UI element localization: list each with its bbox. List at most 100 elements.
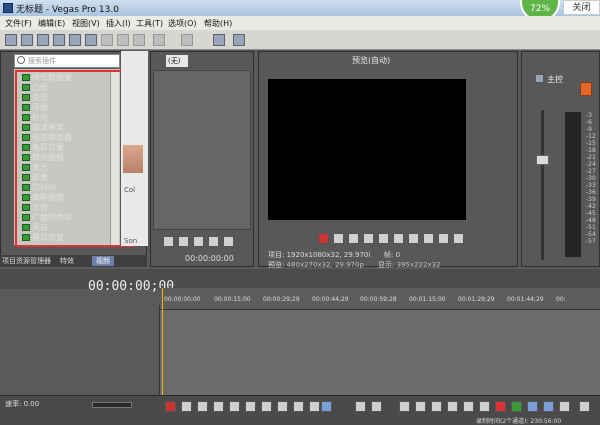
go-to-end-icon[interactable] xyxy=(277,401,288,412)
properties-icon[interactable] xyxy=(85,34,97,46)
brush-icon[interactable] xyxy=(213,34,225,46)
ruler-label: 00:01:15;00 xyxy=(409,296,446,303)
master-bus-title: 主控 xyxy=(547,75,563,84)
record-icon[interactable] xyxy=(165,401,176,412)
record-icon[interactable] xyxy=(318,233,329,244)
play-icon[interactable] xyxy=(197,401,208,412)
next-frame-icon[interactable] xyxy=(423,233,434,244)
plugin-search-input[interactable]: 搜索插件 xyxy=(14,54,120,68)
ruler-label: 00:00:29;29 xyxy=(263,296,300,303)
ruler-label: 00:00:00;00 xyxy=(164,296,201,303)
loop-icon[interactable] xyxy=(163,236,174,247)
track-area[interactable] xyxy=(160,310,600,395)
video-preview-screen xyxy=(268,79,466,220)
auto-crossfade-icon[interactable] xyxy=(543,401,554,412)
ruler-label: 00: xyxy=(556,296,566,303)
menu-insert[interactable]: 插入(I) xyxy=(106,18,131,29)
envelope-tool-icon[interactable] xyxy=(355,401,366,412)
menu-bar: 文件(F) 编辑(E) 视图(V) 插入(I) 工具(T) 选项(O) 帮助(H… xyxy=(0,16,600,30)
meter-tick: -30 xyxy=(586,175,596,182)
meter-tick: -57 xyxy=(586,238,596,245)
fast-forward-icon[interactable] xyxy=(453,233,464,244)
cut-icon[interactable] xyxy=(101,34,113,46)
tab-project-media[interactable]: 项目资源管理器 xyxy=(2,256,51,266)
menu-view[interactable]: 视图(V) xyxy=(72,18,100,29)
pause-icon[interactable] xyxy=(208,236,219,247)
selection-tool-icon[interactable] xyxy=(371,401,382,412)
delete-icon[interactable] xyxy=(399,401,410,412)
play-icon[interactable] xyxy=(178,236,189,247)
rate-slider[interactable] xyxy=(92,402,132,408)
tab-video-fx[interactable]: 视频 xyxy=(92,256,114,266)
save-icon[interactable] xyxy=(37,34,49,46)
pause-icon[interactable] xyxy=(378,233,389,244)
region-icon[interactable] xyxy=(511,401,522,412)
meter-tick: -36 xyxy=(586,189,596,196)
menu-help[interactable]: 帮助(H) xyxy=(204,18,232,29)
menu-tools[interactable]: 工具(T) xyxy=(136,18,163,29)
stop-icon[interactable] xyxy=(245,401,256,412)
bus-icon xyxy=(535,74,544,83)
selection-highlight-box xyxy=(15,70,135,247)
go-to-start-icon[interactable] xyxy=(261,401,272,412)
loop-icon[interactable] xyxy=(333,233,344,244)
rate-label: 速率: 0.00 xyxy=(5,400,40,408)
ruler-label: 00:00:59;28 xyxy=(360,296,397,303)
master-fader[interactable] xyxy=(536,155,549,165)
render-icon[interactable] xyxy=(69,34,81,46)
trim-start-icon[interactable] xyxy=(431,401,442,412)
play-from-start-icon[interactable] xyxy=(193,236,204,247)
tab-transitions[interactable]: 特效 xyxy=(60,256,74,266)
play-icon[interactable] xyxy=(348,233,359,244)
window-title: 无标题 - Vegas Pro 13.0 xyxy=(16,5,119,15)
play-from-start-icon[interactable] xyxy=(213,401,224,412)
menu-edit[interactable]: 编辑(E) xyxy=(38,18,65,29)
loop-icon[interactable] xyxy=(181,401,192,412)
paste-icon[interactable] xyxy=(133,34,145,46)
lock-icon[interactable] xyxy=(479,401,490,412)
record-time-status: 录制时间(2个通道): 230:56:00 xyxy=(476,418,562,425)
save-as-icon[interactable] xyxy=(53,34,65,46)
next-frame-icon[interactable] xyxy=(309,401,320,412)
ripple-icon[interactable] xyxy=(559,401,570,412)
trim-end-icon[interactable] xyxy=(447,401,458,412)
preset-thumbnail[interactable] xyxy=(123,145,143,173)
help-icon[interactable] xyxy=(233,34,245,46)
open-icon[interactable] xyxy=(21,34,33,46)
ruler-label: 00:00:15;00 xyxy=(214,296,251,303)
timeline-ruler[interactable]: 00:00:00;00 00:00:15;00 00:00:29;29 00:0… xyxy=(160,288,600,310)
stop-icon[interactable] xyxy=(393,233,404,244)
ruler-label: 00:00:44;29 xyxy=(312,296,349,303)
stop-icon[interactable] xyxy=(223,236,234,247)
rewind-icon[interactable] xyxy=(438,233,449,244)
split-icon[interactable] xyxy=(463,401,474,412)
pause-icon[interactable] xyxy=(229,401,240,412)
trimmer-source-dropdown[interactable]: (无) xyxy=(166,55,188,67)
prev-frame-icon[interactable] xyxy=(408,233,419,244)
lock-envelopes-icon[interactable] xyxy=(579,401,590,412)
new-icon[interactable] xyxy=(5,34,17,46)
redo-icon[interactable] xyxy=(181,34,193,46)
normal-edit-tool-icon[interactable] xyxy=(321,401,332,412)
thumbnail-label: Son xyxy=(124,237,138,245)
volume-meter xyxy=(565,112,581,257)
meter-tick: -45 xyxy=(586,210,596,217)
master-fader-track xyxy=(541,110,544,260)
snap-icon[interactable] xyxy=(527,401,538,412)
meter-tick: -39 xyxy=(586,196,596,203)
undo-icon[interactable] xyxy=(153,34,165,46)
trim-icon[interactable] xyxy=(415,401,426,412)
menu-file[interactable]: 文件(F) xyxy=(5,18,32,29)
play-from-start-icon[interactable] xyxy=(363,233,374,244)
prev-frame-icon[interactable] xyxy=(293,401,304,412)
playhead-cursor[interactable] xyxy=(162,288,163,395)
marker-icon[interactable] xyxy=(495,401,506,412)
preview-quality-dropdown[interactable]: 预览(自动) xyxy=(352,55,392,67)
track-list xyxy=(0,305,160,395)
trimmer-view xyxy=(153,70,251,230)
copy-icon[interactable] xyxy=(117,34,129,46)
meter-tick: -42 xyxy=(586,203,596,210)
close-button[interactable]: 关闭 xyxy=(563,0,600,15)
fx-icon[interactable] xyxy=(580,82,592,96)
menu-options[interactable]: 选项(O) xyxy=(168,18,197,29)
